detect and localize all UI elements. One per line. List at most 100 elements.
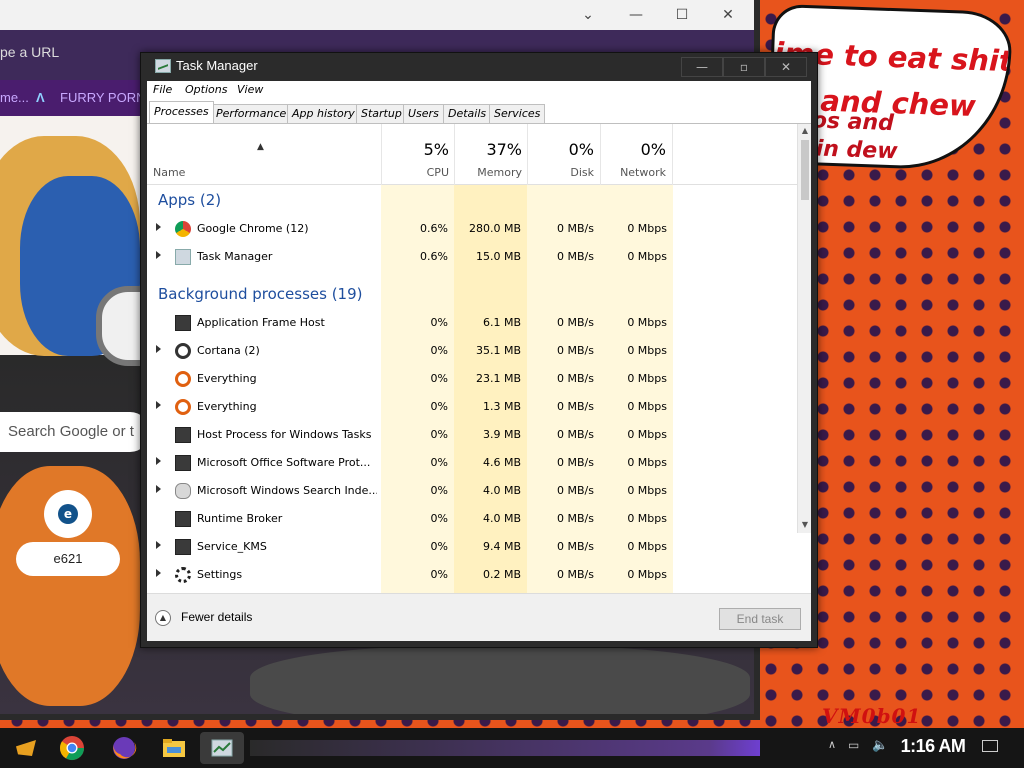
tab-details[interactable]: Details <box>443 104 492 123</box>
chevron-up-icon[interactable]: ▲ <box>155 610 171 626</box>
process-row[interactable]: Application Frame Host 0% 6.1 MB 0 MB/s 0 Mb… <box>147 309 797 337</box>
tab-app-history[interactable]: App history <box>287 104 360 123</box>
tab-performance[interactable]: Performance <box>211 104 292 123</box>
process-row[interactable]: Task Manager 0.6% 15.0 MB 0 MB/s 0 Mbps <box>147 243 797 271</box>
shortcut-tile-icon[interactable]: e <box>44 490 92 538</box>
bookmark-logo-icon[interactable]: Λ <box>36 80 45 116</box>
menu-view[interactable]: View <box>237 83 263 96</box>
start-button[interactable] <box>10 732 42 764</box>
browser-titlebar[interactable]: ⌄ — ☐ ✕ <box>0 0 754 30</box>
close-icon[interactable]: ✕ <box>718 6 738 24</box>
clock[interactable]: 1:16 AM <box>898 736 968 757</box>
memory-cell: 4.6 MB <box>482 456 521 469</box>
cpu-cell: 0% <box>430 400 448 413</box>
process-name: Settings <box>197 568 243 581</box>
tab-services[interactable]: Services <box>489 104 546 123</box>
shortcut-label[interactable]: e621 <box>16 542 120 576</box>
group-header: Apps (2) <box>158 191 222 209</box>
column-memory[interactable]: 37% Memory <box>454 124 528 185</box>
network-icon[interactable]: ▭ <box>848 738 864 754</box>
tab-users[interactable]: Users <box>403 104 444 123</box>
file-explorer-taskbar-icon[interactable] <box>158 732 190 764</box>
process-row[interactable]: Host Process for Windows Tasks 0% 3.9 MB 0 … <box>147 421 797 449</box>
disk-cell: 0 MB/s <box>557 372 594 385</box>
process-rows: Apps (2) Google Chrome (12) 0.6% 280.0 MB 0 … <box>147 185 797 593</box>
expand-arrow-icon[interactable] <box>156 223 161 231</box>
memory-cell: 1.3 MB <box>482 400 521 413</box>
process-row[interactable]: Everything 0% 23.1 MB 0 MB/s 0 Mbps <box>147 365 797 393</box>
window-titlebar[interactable]: Task Manager — ▫ ✕ <box>141 53 817 81</box>
search-input[interactable]: Search Google or t <box>0 412 150 452</box>
expand-arrow-icon[interactable] <box>156 569 161 577</box>
process-name: Microsoft Office Software Prot... <box>197 456 371 469</box>
bookmark-item[interactable]: me... <box>0 80 29 116</box>
cpu-label: CPU <box>426 166 449 179</box>
process-row[interactable]: Microsoft Office Software Prot... 0% 4.6 M… <box>147 449 797 477</box>
address-bar[interactable]: pe a URL <box>0 36 140 68</box>
memory-cell: 3.9 MB <box>482 428 521 441</box>
vertical-scrollbar[interactable]: ▲ ▼ <box>797 124 811 533</box>
process-row[interactable]: Settings 0% 0.2 MB 0 MB/s 0 Mbps <box>147 561 797 589</box>
network-cell: 0 Mbps <box>627 400 667 413</box>
column-name[interactable]: Name <box>153 166 185 179</box>
volume-icon[interactable]: 🔈 <box>872 738 888 753</box>
task-manager-taskbar-icon[interactable] <box>200 732 244 764</box>
app-window-icon <box>175 539 191 555</box>
process-row[interactable]: Microsoft Windows Search Inde... 0% 4.0 MB… <box>147 477 797 505</box>
column-header-row: ▲ Name 5% CPU 37% Memory 0% Disk 0% Netw… <box>147 124 811 185</box>
fewer-details-button[interactable]: Fewer details <box>181 610 252 624</box>
process-row[interactable]: Cortana (2) 0% 35.1 MB 0 MB/s 0 Mbps <box>147 337 797 365</box>
disk-cell: 0 MB/s <box>557 222 594 235</box>
minimize-icon[interactable]: — <box>626 6 646 24</box>
tab-processes[interactable]: Processes <box>149 101 214 123</box>
maximize-icon[interactable]: ☐ <box>672 6 692 24</box>
end-task-button[interactable]: End task <box>719 608 801 630</box>
memory-cell: 35.1 MB <box>475 344 521 357</box>
scroll-thumb[interactable] <box>801 140 809 200</box>
column-disk[interactable]: 0% Disk <box>527 124 600 185</box>
start-logo-icon <box>16 740 36 756</box>
process-name: Application Frame Host <box>197 316 325 329</box>
expand-arrow-icon[interactable] <box>156 457 161 465</box>
expand-arrow-icon[interactable] <box>156 485 161 493</box>
memory-cell: 4.0 MB <box>482 512 521 525</box>
task-manager-window[interactable]: Task Manager — ▫ ✕ File Options View Pro… <box>140 52 818 648</box>
memory-cell: 280.0 MB <box>468 222 521 235</box>
task-manager-icon <box>175 249 191 265</box>
chevron-down-icon[interactable]: ⌄ <box>578 6 598 24</box>
cpu-cell: 0% <box>430 568 448 581</box>
window-footer: ▲ Fewer details End task <box>147 593 811 641</box>
network-cell: 0 Mbps <box>627 250 667 263</box>
expand-arrow-icon[interactable] <box>156 401 161 409</box>
tab-startup[interactable]: Startup <box>356 104 407 123</box>
process-row[interactable]: Service_KMS 0% 9.4 MB 0 MB/s 0 Mbps <box>147 533 797 561</box>
bookmark-item[interactable]: FURRY PORN <box>60 80 145 116</box>
expand-arrow-icon[interactable] <box>156 345 161 353</box>
minimize-button[interactable]: — <box>681 57 723 77</box>
sort-arrow-icon: ▲ <box>257 142 264 152</box>
column-network[interactable]: 0% Network <box>600 124 673 185</box>
network-label: Network <box>620 166 666 179</box>
scroll-down-icon[interactable]: ▼ <box>800 520 810 530</box>
process-row[interactable]: Google Chrome (12) 0.6% 280.0 MB 0 MB/s 0 Mb… <box>147 215 797 243</box>
expand-arrow-icon[interactable] <box>156 541 161 549</box>
menu-file[interactable]: File <box>153 83 172 96</box>
process-list: ▲ Name 5% CPU 37% Memory 0% Disk 0% Netw… <box>147 123 811 593</box>
chrome-taskbar-icon[interactable] <box>56 732 88 764</box>
column-cpu[interactable]: 5% CPU <box>381 124 455 185</box>
process-name: Cortana (2) <box>197 344 260 357</box>
task-manager-icon <box>155 59 171 73</box>
tray-chevron-icon[interactable]: ∧ <box>828 738 836 751</box>
network-cell: 0 Mbps <box>627 344 667 357</box>
network-cell: 0 Mbps <box>627 222 667 235</box>
firefox-taskbar-icon[interactable] <box>108 732 140 764</box>
scroll-up-icon[interactable]: ▲ <box>800 126 810 136</box>
process-row[interactable]: Everything 0% 1.3 MB 0 MB/s 0 Mbps <box>147 393 797 421</box>
menu-options[interactable]: Options <box>185 83 227 96</box>
disk-cell: 0 MB/s <box>557 484 594 497</box>
process-row[interactable]: Runtime Broker 0% 4.0 MB 0 MB/s 0 Mbps <box>147 505 797 533</box>
maximize-button[interactable]: ▫ <box>723 57 765 77</box>
expand-arrow-icon[interactable] <box>156 251 161 259</box>
action-center-icon[interactable] <box>982 740 998 752</box>
close-button[interactable]: ✕ <box>765 57 807 77</box>
